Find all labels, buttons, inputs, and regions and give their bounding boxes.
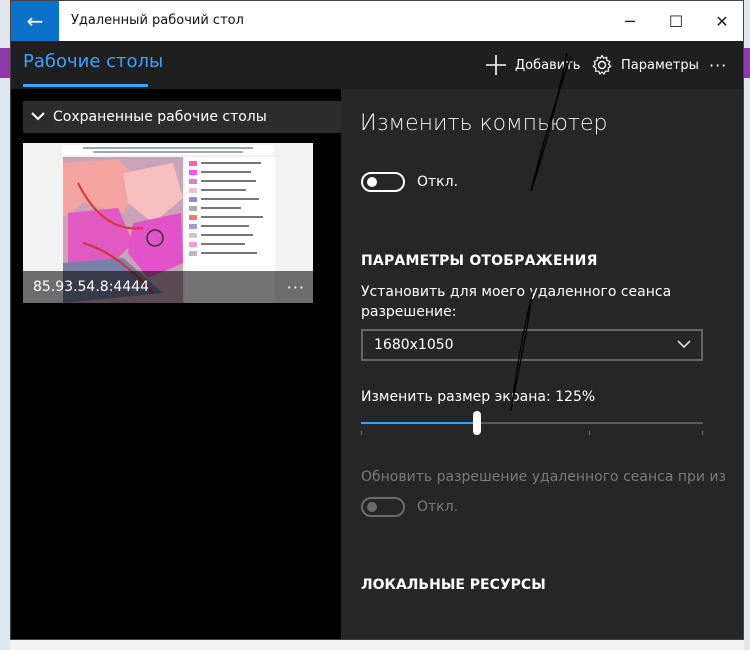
display-settings-title: ПАРАМЕТРЫ ОТОБРАЖЕНИЯ xyxy=(361,253,598,269)
resolution-value: 1680x1050 xyxy=(374,337,454,353)
background-purple-strip-right xyxy=(744,48,750,78)
app-bar: Рабочие столы Добавить Параметры ··· xyxy=(11,41,743,89)
background-purple-strip xyxy=(0,48,10,78)
remote-desktop-window: ← Удаленный рабочий стол ─ ☐ ✕ Рабочие с… xyxy=(10,0,744,640)
slider-thumb[interactable] xyxy=(473,411,481,435)
scale-slider[interactable] xyxy=(361,411,703,435)
saved-desktops-header[interactable]: Сохраненные рабочие столы xyxy=(23,101,341,133)
resolution-select[interactable]: 1680x1050 xyxy=(361,329,703,361)
toggle-knob xyxy=(367,502,377,512)
tab-desktops[interactable]: Рабочие столы xyxy=(23,51,163,72)
maximize-icon: ☐ xyxy=(668,11,684,31)
add-label: Добавить xyxy=(515,57,581,73)
more-button[interactable]: ··· xyxy=(709,53,727,77)
gear-icon xyxy=(592,54,612,75)
tile-more-button[interactable]: ··· xyxy=(287,278,305,297)
saved-desktops-label: Сохраненные рабочие столы xyxy=(53,109,267,125)
maximize-button[interactable]: ☐ xyxy=(653,1,699,41)
add-button[interactable]: Добавить xyxy=(485,53,580,77)
tile-caption: 85.93.54.8:4444 xyxy=(23,271,313,303)
update-resolution-label: Обновить разрешение удаленного сеанса пр… xyxy=(361,469,726,485)
background-window-left xyxy=(0,0,10,650)
title-bar: ← Удаленный рабочий стол ─ ☐ ✕ xyxy=(11,1,743,41)
slider-tick xyxy=(589,431,590,435)
local-resources-title: ЛОКАЛЬНЫЕ РЕСУРСЫ xyxy=(361,577,546,593)
tab-underline xyxy=(23,84,148,87)
arrow-left-icon: ← xyxy=(26,9,44,33)
toggle-1-label: Откл. xyxy=(417,174,459,190)
window-title: Удаленный рабочий стол xyxy=(71,13,244,28)
toggle-knob xyxy=(367,177,377,187)
toggle-switch-2[interactable] xyxy=(361,497,405,517)
close-icon: ✕ xyxy=(715,11,729,31)
settings-label: Параметры xyxy=(621,57,699,73)
desktop-tile[interactable]: 85.93.54.8:4444 ··· xyxy=(23,143,313,303)
panel-heading: Изменить компьютер xyxy=(360,111,608,136)
chevron-down-icon xyxy=(677,337,691,353)
slider-tick xyxy=(361,431,362,435)
scale-label: Изменить размер экрана: 125% xyxy=(361,389,596,405)
background-bottom-strip xyxy=(10,640,744,650)
chevron-down-icon xyxy=(23,109,53,125)
resolution-text-line1: Установить для моего удаленного сеанса xyxy=(361,284,672,300)
resolution-text-line2: разрешение: xyxy=(361,304,457,320)
edit-pc-panel: Изменить компьютер Откл. ПАРАМЕТРЫ ОТОБР… xyxy=(341,89,743,639)
minimize-button[interactable]: ─ xyxy=(607,1,653,41)
close-button[interactable]: ✕ xyxy=(699,1,743,41)
toggle-2-label: Откл. xyxy=(417,499,459,515)
background-window-right xyxy=(744,0,750,650)
plus-icon xyxy=(486,55,506,75)
slider-tick xyxy=(702,431,703,435)
back-button[interactable]: ← xyxy=(11,1,59,41)
toggle-switch-1[interactable] xyxy=(361,172,405,192)
minimize-icon: ─ xyxy=(625,11,635,31)
settings-button[interactable]: Параметры xyxy=(591,53,699,77)
slider-fill xyxy=(361,422,477,424)
